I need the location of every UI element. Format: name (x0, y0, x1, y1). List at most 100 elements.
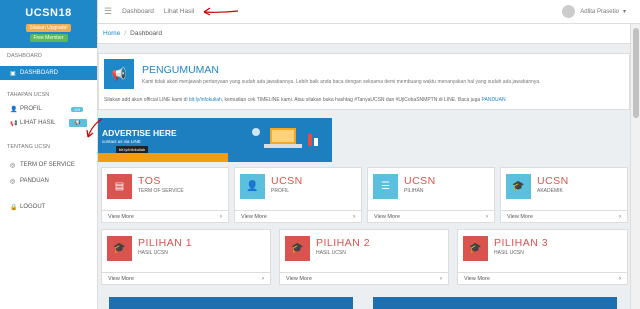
announcement-line2: Silakan add akun official LINE kami di b… (104, 97, 506, 103)
card-akademik[interactable]: 🎓 UCSN AKADEMIK View More › (500, 167, 628, 223)
sidebar-item-profil[interactable]: 👤 PROFIL 0/3 (0, 102, 97, 116)
card-title: PILIHAN 1 (138, 237, 193, 249)
annotation-arrow-icon (86, 118, 103, 138)
view-more-label: View More (108, 275, 134, 282)
announcement-text-a: Silakan add akun official LINE kami di (104, 97, 188, 103)
card-tos[interactable]: ▤ TOS TERM OF SERVICE View More › (101, 167, 229, 223)
announcement-link-line[interactable]: bit.ly/infokuliah (189, 97, 222, 103)
sidebar-item-label: PROFIL (20, 106, 42, 112)
scrollbar-thumb[interactable] (633, 28, 639, 118)
card-pilihan[interactable]: ☰ UCSN PILIHAN View More › (367, 167, 495, 223)
card-title: UCSN (537, 175, 569, 187)
section-tahapan: TAHAPAN UCSN (7, 92, 50, 98)
banner-stripe (98, 153, 228, 162)
topnav-lihat-hasil[interactable]: Lihat Hasil (164, 8, 194, 15)
announcement-link-panduan[interactable]: PANDUAN (482, 97, 506, 103)
sidebar-item-label: TERM OF SERVICE (20, 162, 75, 168)
view-more-label: View More (108, 213, 134, 220)
card-title: PILIHAN 2 (316, 237, 371, 249)
laptop-illustration-icon (252, 128, 318, 148)
graduation-cap-icon: 🎓 (506, 174, 531, 199)
card-pilihan-3[interactable]: 🎓 PILIHAN 3 HASIL UCSN View More › (457, 229, 628, 285)
announcement-title: PENGUMUMAN (142, 64, 220, 76)
panel-bottom-left (109, 297, 353, 309)
announcement-text-b: , kemudian cek TIMELINE kami. Atau silak… (221, 97, 481, 103)
chevron-right-icon: › (353, 213, 355, 220)
sidebar-item-dashboard[interactable]: ▣ DASHBOARD (0, 66, 97, 80)
sidebar-item-label: LOGOUT (20, 204, 46, 210)
card-footer[interactable]: View More › (458, 272, 627, 284)
announcement-panel: 📢 PENGUMUMAN Kami tidak akan menjawab pe… (98, 53, 630, 110)
breadcrumb-separator: / (124, 30, 127, 37)
megaphone-icon: 📢 (104, 59, 134, 89)
user-name: Adlita Prasetio (580, 8, 619, 15)
circle-icon: ◎ (10, 162, 16, 169)
card-footer[interactable]: View More › (102, 210, 228, 222)
banner-subtitle: contact us via LINE (102, 139, 141, 144)
avatar (562, 5, 576, 18)
view-more-label: View More (374, 213, 400, 220)
card-footer[interactable]: View More › (102, 272, 270, 284)
chevron-right-icon: › (619, 275, 621, 282)
card-pilihan-1[interactable]: 🎓 PILIHAN 1 HASIL UCSN View More › (101, 229, 271, 285)
card-subtitle: AKADEMIK (537, 188, 563, 194)
card-footer[interactable]: View More › (501, 210, 627, 222)
banner-title: ADVERTISE HERE (102, 128, 177, 138)
card-title: UCSN (404, 175, 436, 187)
upgrade-badge[interactable]: Silakan Upgrade! (26, 24, 71, 32)
card-subtitle: HASIL UCSN (494, 250, 524, 256)
section-tentang: TENTANG UCSN (7, 144, 50, 150)
brand-name[interactable]: UCSN18 (0, 7, 97, 19)
caret-down-icon: ▾ (622, 9, 626, 15)
sidebar: UCSN18 Silakan Upgrade! Free Member DASH… (0, 0, 98, 309)
card-title: TOS (138, 175, 161, 187)
card-footer[interactable]: View More › (280, 272, 448, 284)
advertise-banner[interactable]: ADVERTISE HERE contact us via LINE bit.l… (98, 118, 332, 162)
annotation-arrow-icon (203, 7, 239, 16)
sidebar-item-label: PANDUAN (20, 178, 49, 184)
list-icon: ☰ (373, 174, 398, 199)
card-pilihan-2[interactable]: 🎓 PILIHAN 2 HASIL UCSN View More › (279, 229, 449, 285)
sidebar-item-term[interactable]: ◎ TERM OF SERVICE (0, 158, 97, 172)
card-subtitle: TERM OF SERVICE (138, 188, 184, 194)
sidebar-item-panduan[interactable]: ◎ PANDUAN (0, 174, 97, 188)
menu-icon[interactable]: ☰ (104, 6, 112, 17)
breadcrumb: Home / Dashboard (98, 24, 630, 44)
doc-icon: ▤ (107, 174, 132, 199)
profil-progress-badge: 0/3 (71, 106, 83, 112)
card-subtitle: PROFIL (271, 188, 290, 194)
card-footer[interactable]: View More › (368, 210, 494, 222)
graduation-cap-icon: 🎓 (285, 236, 310, 261)
scrollbar[interactable] (630, 24, 640, 309)
section-dashboard: DASHBOARD (7, 53, 42, 59)
view-more-label: View More (286, 275, 312, 282)
chevron-right-icon: › (220, 213, 222, 220)
user-menu[interactable]: Adlita Prasetio ▾ (562, 5, 626, 18)
announcement-body: Kami tidak akan menjawab pertanyaan yang… (142, 79, 541, 85)
plan-badge: Free Member (29, 34, 68, 42)
sidebar-item-logout[interactable]: 🔒 LOGOUT (0, 200, 97, 214)
card-footer[interactable]: View More › (235, 210, 361, 222)
card-subtitle: HASIL UCSN (138, 250, 168, 256)
brand: UCSN18 Silakan Upgrade! Free Member (0, 0, 97, 48)
breadcrumb-current: Dashboard (130, 30, 162, 37)
card-subtitle: HASIL UCSN (316, 250, 346, 256)
megaphone-icon: 📢 (10, 120, 18, 127)
chevron-right-icon: › (486, 213, 488, 220)
circle-icon: ◎ (10, 178, 16, 185)
banner-tag: bit.ly/infokuliah (116, 146, 149, 153)
chevron-right-icon: › (440, 275, 442, 282)
home-icon: ▣ (10, 70, 16, 77)
user-icon: 👤 (240, 174, 265, 199)
breadcrumb-home[interactable]: Home (103, 30, 120, 37)
card-profil[interactable]: 👤 UCSN PROFIL View More › (234, 167, 362, 223)
chevron-right-icon: › (619, 213, 621, 220)
view-more-label: View More (507, 213, 533, 220)
sidebar-item-lihat-hasil[interactable]: 📢 LIHAT HASIL 📢 (0, 116, 97, 130)
graduation-cap-icon: 🎓 (107, 236, 132, 261)
card-title: PILIHAN 3 (494, 237, 549, 249)
graduation-cap-icon: 🎓 (463, 236, 488, 261)
topnav-dashboard[interactable]: Dashboard (122, 8, 154, 15)
chevron-right-icon: › (262, 275, 264, 282)
card-subtitle: PILIHAN (404, 188, 424, 194)
